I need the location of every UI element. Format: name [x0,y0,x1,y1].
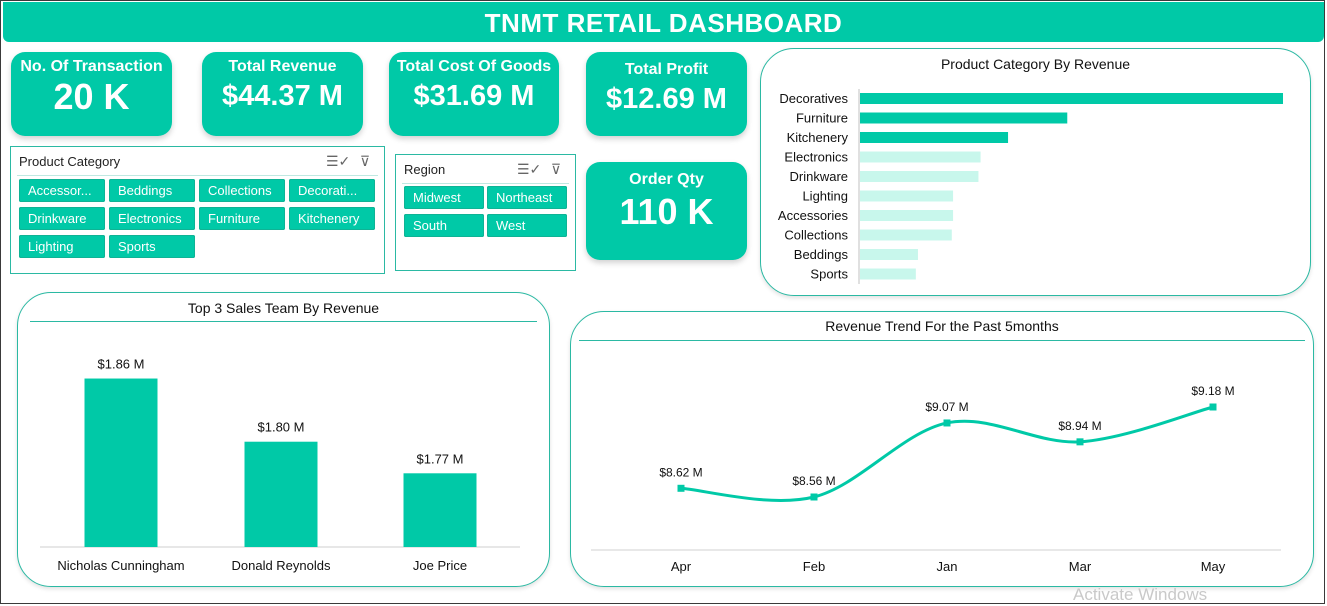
category-label-electronics: Electronics [784,150,848,165]
slicer-divider [402,183,569,184]
region-slicer: Region ☰✓ ⊽ Midwest Northeast South West [395,154,576,271]
kpi-profit-value: $12.69 M [606,83,727,115]
slicer-item-west[interactable]: West [487,214,567,237]
slicer-item-midwest[interactable]: Midwest [404,186,484,209]
trend-data-label-feb: $8.56 M [792,474,835,488]
kpi-transactions: No. Of Transaction 20 K [11,52,172,136]
category-bar-furniture [860,112,1068,124]
category-bar-accessories [860,210,954,221]
kpi-revenue-label: Total Revenue [228,58,337,75]
sales-category-label-nicholas-cunningham: Nicholas Cunningham [57,558,184,573]
trend-data-label-apr: $8.62 M [659,465,702,479]
clear-filter-icon[interactable]: ⊽ [356,153,374,169]
sales-category-label-donald-reynolds: Donald Reynolds [231,558,331,573]
product-category-slicer-header: Product Category [19,154,121,169]
trend-category-label-feb: Feb [803,559,825,574]
sales-data-label-joe-price: $1.77 M [417,451,464,466]
category-label-sports: Sports [810,267,848,282]
trend-point-may [1209,403,1217,411]
sales-data-label-nicholas-cunningham: $1.86 M [98,357,145,372]
category-bar-drinkware [860,171,979,182]
sales-category-label-joe-price: Joe Price [413,558,467,573]
category-label-collections: Collections [784,228,848,243]
kpi-order-qty: Order Qty 110 K [586,162,747,260]
slicer-item-electronics[interactable]: Electronics [109,207,195,230]
category-revenue-panel: Product Category By Revenue Decoratives F… [760,48,1311,296]
slicer-item-accessories[interactable]: Accessor... [19,179,105,202]
category-bar-lighting [860,190,954,202]
category-label-lighting: Lighting [802,189,848,204]
category-revenue-chart: Decoratives Furniture Kitchenery Electronic… [778,89,1283,284]
category-bar-decoratives [860,93,1283,104]
sales-bar-nicholas-cunningham [84,378,158,547]
trend-category-label-apr: Apr [671,559,692,574]
trend-point-apr [677,484,685,492]
category-bar-sports [860,268,916,280]
category-label-accessories: Accessories [778,208,849,223]
kpi-order-qty-value: 110 K [619,191,714,232]
trend-category-label-jan: Jan [937,559,958,574]
revenue-trend-panel: Revenue Trend For the Past 5months $8.62… [570,311,1314,587]
slicer-divider [17,175,378,176]
category-bar-beddings [860,249,918,260]
slicer-item-drinkware[interactable]: Drinkware [19,207,105,230]
slicer-item-sports[interactable]: Sports [109,235,195,258]
category-label-drinkware: Drinkware [789,169,848,184]
sales-team-panel: Top 3 Sales Team By Revenue $1.86 M Nicho… [17,292,550,587]
multi-select-icon[interactable]: ☰✓ [517,161,541,177]
category-bar-collections [860,229,952,241]
kpi-order-qty-label: Order Qty [629,171,704,188]
region-slicer-header: Region [404,162,446,177]
trend-category-label-may: May [1201,559,1226,574]
category-label-decoratives: Decoratives [779,91,848,106]
sales-data-label-donald-reynolds: $1.80 M [258,420,305,435]
category-label-kitchenery: Kitchenery [787,130,849,145]
trend-point-feb [810,493,818,501]
slicer-item-furniture[interactable]: Furniture [199,207,285,230]
category-bar-kitchenery [860,132,1009,143]
kpi-profit-label: Total Profit [624,61,709,78]
dashboard-title: TNMT RETAIL DASHBOARD [3,2,1324,42]
kpi-cost-value: $31.69 M [413,80,535,112]
slicer-item-decoratives[interactable]: Decorati... [289,179,375,202]
trend-data-label-jan: $9.07 M [925,400,968,414]
slicer-item-northeast[interactable]: Northeast [487,186,567,209]
category-label-beddings: Beddings [794,247,849,262]
slicer-item-lighting[interactable]: Lighting [19,235,105,258]
sales-team-chart: $1.86 M Nicholas Cunningham $1.80 M Donald … [40,357,520,573]
activate-windows-watermark: Activate Windows [1073,585,1208,604]
product-category-slicer: Product Category ☰✓ ⊽ Accessor... Beddin… [10,146,385,274]
slicer-item-kitchenery[interactable]: Kitchenery [289,207,375,230]
revenue-trend-chart: $8.62 M Apr $8.56 M Feb $9.07 M Jan $8.94 M Mar… [591,384,1281,574]
kpi-transactions-value: 20 K [53,76,130,117]
trend-point-jan [943,419,951,427]
category-bar-electronics [860,151,981,163]
trend-data-label-may: $9.18 M [1191,384,1234,398]
kpi-transactions-label: No. Of Transaction [20,58,163,75]
slicer-item-collections[interactable]: Collections [199,179,285,202]
kpi-cost-label: Total Cost Of Goods [396,58,552,75]
multi-select-icon[interactable]: ☰✓ [326,153,350,169]
kpi-revenue: Total Revenue $44.37 M [202,52,363,136]
trend-category-label-mar: Mar [1069,559,1092,574]
sales-bar-joe-price [403,473,477,547]
kpi-revenue-value: $44.37 M [222,80,343,112]
trend-point-mar [1076,438,1084,446]
trend-data-label-mar: $8.94 M [1058,419,1101,433]
kpi-cost: Total Cost Of Goods $31.69 M [389,52,559,136]
clear-filter-icon[interactable]: ⊽ [547,161,565,177]
category-label-furniture: Furniture [796,111,848,126]
slicer-item-beddings[interactable]: Beddings [109,179,195,202]
slicer-item-south[interactable]: South [404,214,484,237]
kpi-profit: Total Profit $12.69 M [586,52,747,136]
sales-bar-donald-reynolds [244,441,318,547]
